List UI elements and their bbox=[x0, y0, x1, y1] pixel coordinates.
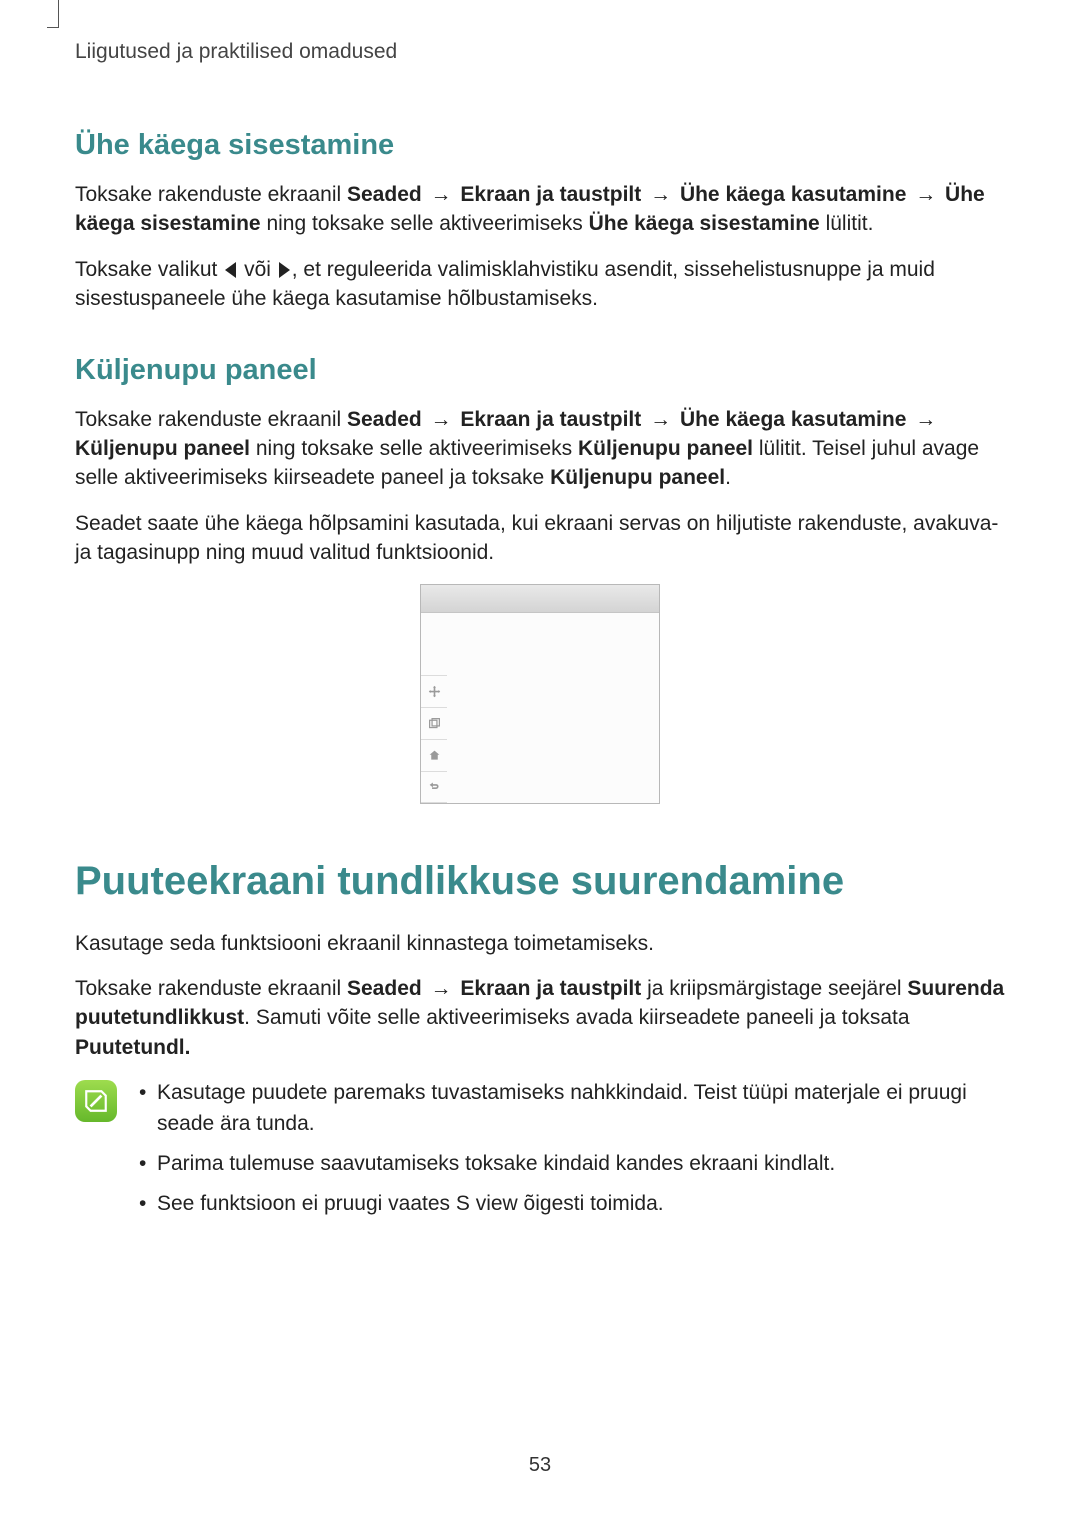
paragraph: Toksake rakenduste ekraanil Seaded → Ekr… bbox=[75, 974, 1005, 1062]
bold-text: Seaded bbox=[347, 183, 422, 206]
text: ning toksake selle aktiveerimiseks bbox=[250, 437, 578, 460]
bold-text: Ekraan ja taustpilt bbox=[460, 977, 641, 1000]
bold-text: Küljenupu paneel bbox=[578, 437, 753, 460]
device-body bbox=[421, 613, 659, 803]
note-item: Parima tulemuse saavutamiseks toksake ki… bbox=[135, 1149, 1005, 1179]
text: ning toksake selle aktiveerimiseks bbox=[261, 212, 589, 235]
text: või bbox=[238, 258, 277, 281]
section-touch-sensitivity: Puuteekraani tundlikkuse suurendamine Ka… bbox=[75, 859, 1005, 1230]
note-list: Kasutage puudete paremaks tuvastamiseks … bbox=[135, 1078, 1005, 1230]
side-button-panel bbox=[421, 675, 447, 803]
note-item: Kasutage puudete paremaks tuvastamiseks … bbox=[135, 1078, 1005, 1139]
heading-side-panel: Küljenupu paneel bbox=[75, 354, 1005, 387]
bold-text: Seaded bbox=[347, 977, 422, 1000]
bold-text: Ühe käega kasutamine bbox=[680, 408, 906, 431]
paragraph: Toksake valikut või , et reguleerida val… bbox=[75, 255, 1005, 314]
recent-apps-icon bbox=[421, 707, 447, 739]
heading-touch-sensitivity: Puuteekraani tundlikkuse suurendamine bbox=[75, 859, 1005, 904]
paragraph: Toksake rakenduste ekraanil Seaded → Ekr… bbox=[75, 405, 1005, 493]
running-head: Liigutused ja praktilised omadused bbox=[75, 40, 1005, 64]
text: Toksake rakenduste ekraanil bbox=[75, 408, 347, 431]
page-content: Liigutused ja praktilised omadused Ühe k… bbox=[0, 0, 1080, 1230]
text: Toksake rakenduste ekraanil bbox=[75, 977, 347, 1000]
section-side-panel: Küljenupu paneel Toksake rakenduste ekra… bbox=[75, 354, 1005, 804]
heading-one-hand-input: Ühe käega sisestamine bbox=[75, 129, 1005, 162]
device-figure bbox=[420, 584, 660, 804]
triangle-left-icon bbox=[225, 262, 236, 278]
text: . Samuti võite selle aktiveerimiseks ava… bbox=[244, 1006, 909, 1029]
bold-text: Puutetundl. bbox=[75, 1036, 190, 1059]
arrow: → bbox=[641, 183, 680, 206]
paragraph: Kasutage seda funktsiooni ekraanil kinna… bbox=[75, 929, 1005, 958]
note-icon bbox=[75, 1080, 117, 1122]
bold-text: Seaded bbox=[347, 408, 422, 431]
device-statusbar bbox=[421, 585, 659, 613]
bold-text: Ühe käega kasutamine bbox=[680, 183, 906, 206]
arrow: → bbox=[906, 183, 945, 206]
note-block: Kasutage puudete paremaks tuvastamiseks … bbox=[75, 1078, 1005, 1230]
section-one-hand-input: Ühe käega sisestamine Toksake rakenduste… bbox=[75, 129, 1005, 314]
page-corner-mark bbox=[47, 0, 59, 28]
arrow: → bbox=[422, 977, 461, 1000]
text: . bbox=[725, 466, 731, 489]
arrow: → bbox=[641, 408, 680, 431]
text: Toksake rakenduste ekraanil bbox=[75, 183, 347, 206]
device-mock bbox=[420, 584, 660, 804]
bold-text: Küljenupu paneel bbox=[75, 437, 250, 460]
text: Toksake valikut bbox=[75, 258, 223, 281]
move-icon bbox=[421, 675, 447, 707]
note-item: See funktsioon ei pruugi vaates S view õ… bbox=[135, 1189, 1005, 1219]
arrow: → bbox=[422, 183, 461, 206]
back-icon bbox=[421, 771, 447, 803]
bold-text: Küljenupu paneel bbox=[550, 466, 725, 489]
triangle-right-icon bbox=[279, 262, 290, 278]
text: ja kriipsmärgistage seejärel bbox=[641, 977, 907, 1000]
arrow: → bbox=[906, 408, 939, 431]
bold-text: Ühe käega sisestamine bbox=[589, 212, 820, 235]
bold-text: Ekraan ja taustpilt bbox=[460, 408, 641, 431]
paragraph: Seadet saate ühe käega hõlpsamini kasuta… bbox=[75, 509, 1005, 568]
arrow: → bbox=[422, 408, 461, 431]
home-icon bbox=[421, 739, 447, 771]
paragraph: Toksake rakenduste ekraanil Seaded → Ekr… bbox=[75, 180, 1005, 239]
page-number: 53 bbox=[0, 1454, 1080, 1477]
text: lülitit. bbox=[820, 212, 874, 235]
bold-text: Ekraan ja taustpilt bbox=[460, 183, 641, 206]
